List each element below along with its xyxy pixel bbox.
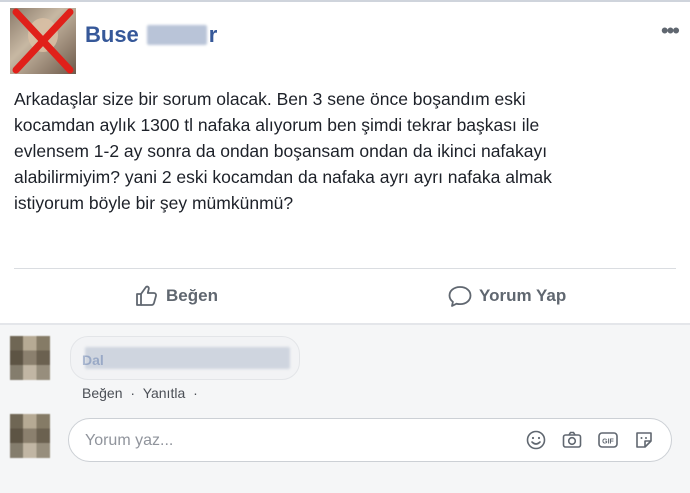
author-name-suffix[interactable]: r xyxy=(209,22,218,48)
comment-bubble xyxy=(70,336,300,380)
meta-separator: · xyxy=(130,385,136,401)
author-name[interactable]: Buse r xyxy=(85,22,217,48)
commenter-name[interactable]: Dal xyxy=(82,352,104,368)
svg-text:GIF: GIF xyxy=(602,439,614,446)
author-first-name[interactable]: Buse xyxy=(85,22,139,48)
comment-button[interactable]: Yorum Yap xyxy=(447,284,566,308)
comment-actions: Beğen · Yanıtla · xyxy=(82,385,202,401)
post-line: Arkadaşlar size bir sorum olacak. Ben 3 … xyxy=(14,89,526,109)
commenter-avatar[interactable] xyxy=(10,336,50,380)
more-options-icon[interactable]: ••• xyxy=(661,18,680,44)
post-text: Arkadaşlar size bir sorum olacak. Ben 3 … xyxy=(14,86,654,216)
post-line: evlensem 1-2 ay sonra da ondan boşansam … xyxy=(14,141,548,161)
post-line: istiyorum böyle bir şey mümkünmü? xyxy=(14,193,294,213)
meta-separator: · xyxy=(193,385,198,401)
top-border xyxy=(0,0,690,2)
post-line: alabilirmiyim? yani 2 eski kocamdan da n… xyxy=(14,167,552,187)
post-line: kocamdan aylık 1300 tl nafaka alıyorum b… xyxy=(14,115,540,135)
red-cross-icon xyxy=(12,8,74,74)
comment-reply-link[interactable]: Yanıtla xyxy=(143,385,186,401)
comment-input[interactable] xyxy=(83,429,387,453)
comment-like-link[interactable]: Beğen xyxy=(82,385,122,401)
author-avatar[interactable] xyxy=(10,8,76,74)
speech-bubble-icon xyxy=(448,286,472,307)
actions-divider xyxy=(14,268,676,269)
thumbs-up-icon xyxy=(136,285,157,306)
comments-divider xyxy=(0,323,690,325)
redacted-comment xyxy=(85,347,290,369)
comment-label: Yorum Yap xyxy=(479,286,567,305)
sticker-icon[interactable] xyxy=(633,429,655,451)
current-user-avatar xyxy=(10,414,50,458)
composer-icons: GIF xyxy=(525,429,655,451)
like-button[interactable]: Beğen xyxy=(134,284,218,308)
comment-composer[interactable]: GIF xyxy=(68,418,672,462)
emoji-icon[interactable] xyxy=(525,429,547,451)
camera-icon[interactable] xyxy=(561,429,583,451)
gif-icon[interactable]: GIF xyxy=(597,429,619,451)
like-label: Beğen xyxy=(166,286,218,305)
redacted-surname xyxy=(146,25,207,45)
